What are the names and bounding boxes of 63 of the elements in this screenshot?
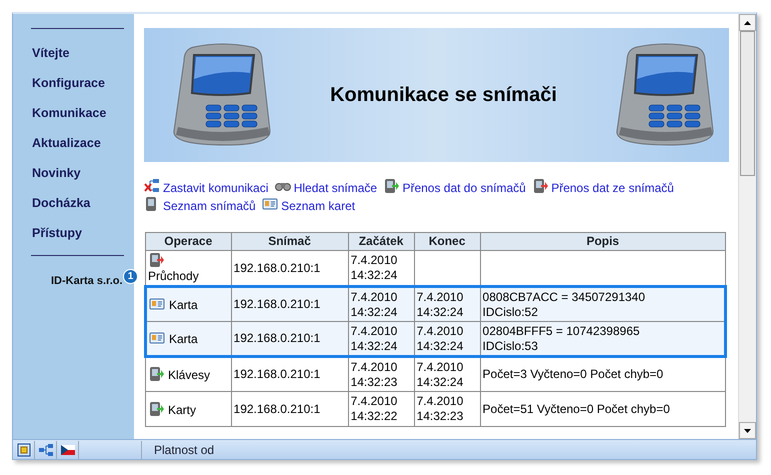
status-text: Platnost od [141, 440, 214, 458]
frame-icon[interactable] [16, 442, 32, 458]
table-row[interactable]: Karta 192.168.0.210:1 7.4.2010 14:32:24 7.4.2010 14:32:24 02804BFFF5 = 10742398965 IDCislo:53 [146, 322, 726, 356]
action-link[interactable]: Zastavit komunikaci [144, 181, 268, 195]
table-cell: 7.4.2010 14:32:24 [348, 322, 414, 356]
company-name: ID-Karta s.r.o. [51, 274, 123, 289]
page-title: Komunikace se snímači [330, 83, 557, 108]
table-cell: 7.4.2010 14:32:24 [414, 356, 480, 392]
table-cell: 192.168.0.210:1 [231, 392, 348, 426]
column-header: Popis [480, 232, 726, 250]
scroll-down-button[interactable] [739, 422, 756, 439]
column-header: Operace [146, 232, 232, 250]
nav-link[interactable]: Aktualizace [32, 135, 101, 151]
nav-link[interactable]: Konfigurace [32, 75, 105, 91]
table-cell: 0808CB7ACC = 34507291340 IDCislo:52 [480, 286, 726, 322]
table-cell: 7.4.2010 14:32:23 [348, 356, 414, 392]
table-row[interactable]: Karty 192.168.0.210:1 7.4.2010 14:32:22 7.4.2010 14:32:23 Počet=51 Vyčteno=0 Počet chyb=0 [146, 392, 726, 426]
device-arrow-icon [532, 178, 548, 194]
table-row[interactable]: Klávesy 192.168.0.210:1 7.4.2010 14:32:23 7.4.2010 14:32:24 Počet=3 Vyčteno=0 Počet chyb=0 [146, 356, 726, 392]
column-header: Snímač [231, 232, 348, 250]
down-arrow-icon [744, 428, 751, 432]
table-cell: Počet=51 Vyčteno=0 Počet chyb=0 [480, 392, 726, 426]
action-link[interactable]: Seznam snímačů [144, 199, 256, 213]
table-cell: 192.168.0.210:1 [231, 286, 348, 322]
column-header: Konec [414, 232, 480, 250]
action-link[interactable]: Přenos dat do snímačů [383, 181, 526, 195]
table-cell: Počet=3 Vyčteno=0 Počet chyb=0 [480, 356, 726, 392]
scroll-up-button[interactable] [739, 14, 756, 31]
column-header: Začátek [348, 232, 414, 250]
notification-badge: 1 [123, 269, 138, 284]
action-link[interactable]: Přenos dat ze snímačů [532, 181, 674, 195]
id-card-icon [149, 330, 165, 346]
tree-icon[interactable] [38, 442, 54, 458]
table-cell: 192.168.0.210:1 [231, 356, 348, 392]
id-card-icon [149, 296, 165, 312]
table-cell: 7.4.2010 14:32:24 [348, 286, 414, 322]
table-cell: 192.168.0.210:1 [231, 322, 348, 356]
up-arrow-icon [744, 20, 751, 24]
device-arrow-icon [148, 366, 164, 382]
device-arrow-icon [148, 400, 164, 416]
nav-link[interactable]: Novinky [32, 165, 81, 181]
network-x-icon [144, 178, 160, 194]
table-cell: 02804BFFF5 = 10742398965 IDCislo:53 [480, 322, 726, 356]
action-link[interactable]: Seznam karet [262, 199, 356, 213]
table-row[interactable]: Karta 192.168.0.210:1 7.4.2010 14:32:24 7.4.2010 14:32:24 0808CB7ACC = 34507291340 IDCislo:52 [146, 286, 726, 322]
operation-cell: Karta [146, 322, 232, 356]
operation-cell: Karta [146, 286, 232, 322]
scrollbar[interactable] [738, 14, 756, 439]
nav-link[interactable]: Vítejte [32, 45, 70, 61]
table-cell: 7.4.2010 14:32:24 [414, 286, 480, 322]
table-cell: 7.4.2010 14:32:23 [414, 392, 480, 426]
table-cell: 7.4.2010 14:32:24 [414, 322, 480, 356]
table-cell: 7.4.2010 14:32:22 [348, 392, 414, 426]
nav-link[interactable]: Docházka [32, 195, 90, 211]
device-arrow-icon [148, 252, 164, 268]
operation-cell: Klávesy [146, 356, 232, 392]
nav-link[interactable]: Komunikace [32, 105, 106, 121]
id-card-icon [262, 196, 278, 212]
nav-link[interactable]: Přístupy [32, 225, 82, 241]
scroll-thumb[interactable] [740, 31, 755, 176]
action-link[interactable]: Hledat snímače [274, 181, 378, 195]
device-arrow-icon [383, 178, 400, 194]
operation-cell: Karty [146, 392, 232, 426]
